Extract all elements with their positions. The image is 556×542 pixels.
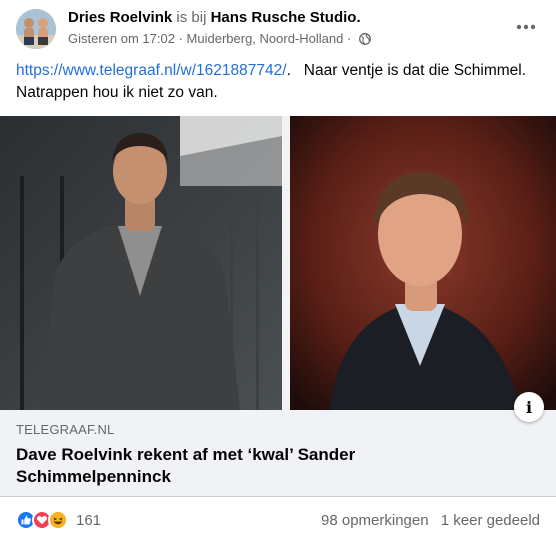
meta-separator-2: · (346, 31, 352, 46)
post-timestamp[interactable]: Gisteren om 17:02 (68, 31, 175, 46)
more-horizontal-icon (516, 17, 536, 35)
shares-count[interactable]: 1 keer gedeeld (441, 512, 540, 529)
post-text: https://www.telegraaf.nl/w/1621887742/. … (16, 60, 536, 104)
engagement-stats: 98 opmerkingen 1 keer gedeeld (321, 512, 540, 529)
checkin-period: . (356, 9, 361, 26)
info-button[interactable]: i (514, 392, 544, 422)
post-location[interactable]: Muiderberg, Noord-Holland (187, 31, 344, 46)
reaction-count[interactable]: 161 (76, 512, 101, 529)
checkin-connector: is bij (176, 9, 207, 26)
haha-icon (48, 510, 68, 530)
post-footer: 161 98 opmerkingen 1 keer gedeeld (0, 500, 556, 542)
avatar[interactable] (16, 9, 56, 49)
author-line: Dries Roelvink is bij Hans Rusche Studio… (68, 8, 361, 28)
comments-count[interactable]: 98 opmerkingen (321, 512, 429, 529)
reactions-summary[interactable]: 161 (16, 510, 101, 530)
info-icon: i (525, 397, 533, 417)
link-preview-box[interactable]: TELEGRAAF.NL Dave Roelvink rekent af met… (0, 410, 556, 497)
post-link[interactable]: https://www.telegraaf.nl/w/1621887742/ (16, 62, 287, 79)
facebook-post: Dries Roelvink is bij Hans Rusche Studio… (0, 0, 556, 542)
preview-domain: TELEGRAAF.NL (16, 422, 115, 437)
checkin-place[interactable]: Hans Rusche Studio (211, 9, 357, 26)
preview-title[interactable]: Dave Roelvink rekent af met ‘kwal’ Sande… (16, 444, 496, 488)
post-meta: Gisteren om 17:02 · Muiderberg, Noord-Ho… (68, 30, 371, 50)
more-options-button[interactable] (512, 12, 540, 40)
post-header: Dries Roelvink is bij Hans Rusche Studio… (0, 0, 556, 56)
author-name[interactable]: Dries Roelvink (68, 9, 172, 26)
globe-icon[interactable] (359, 32, 371, 50)
post-link-suffix: . (286, 62, 291, 79)
meta-separator: · (178, 31, 183, 46)
link-preview-image[interactable] (0, 116, 556, 410)
